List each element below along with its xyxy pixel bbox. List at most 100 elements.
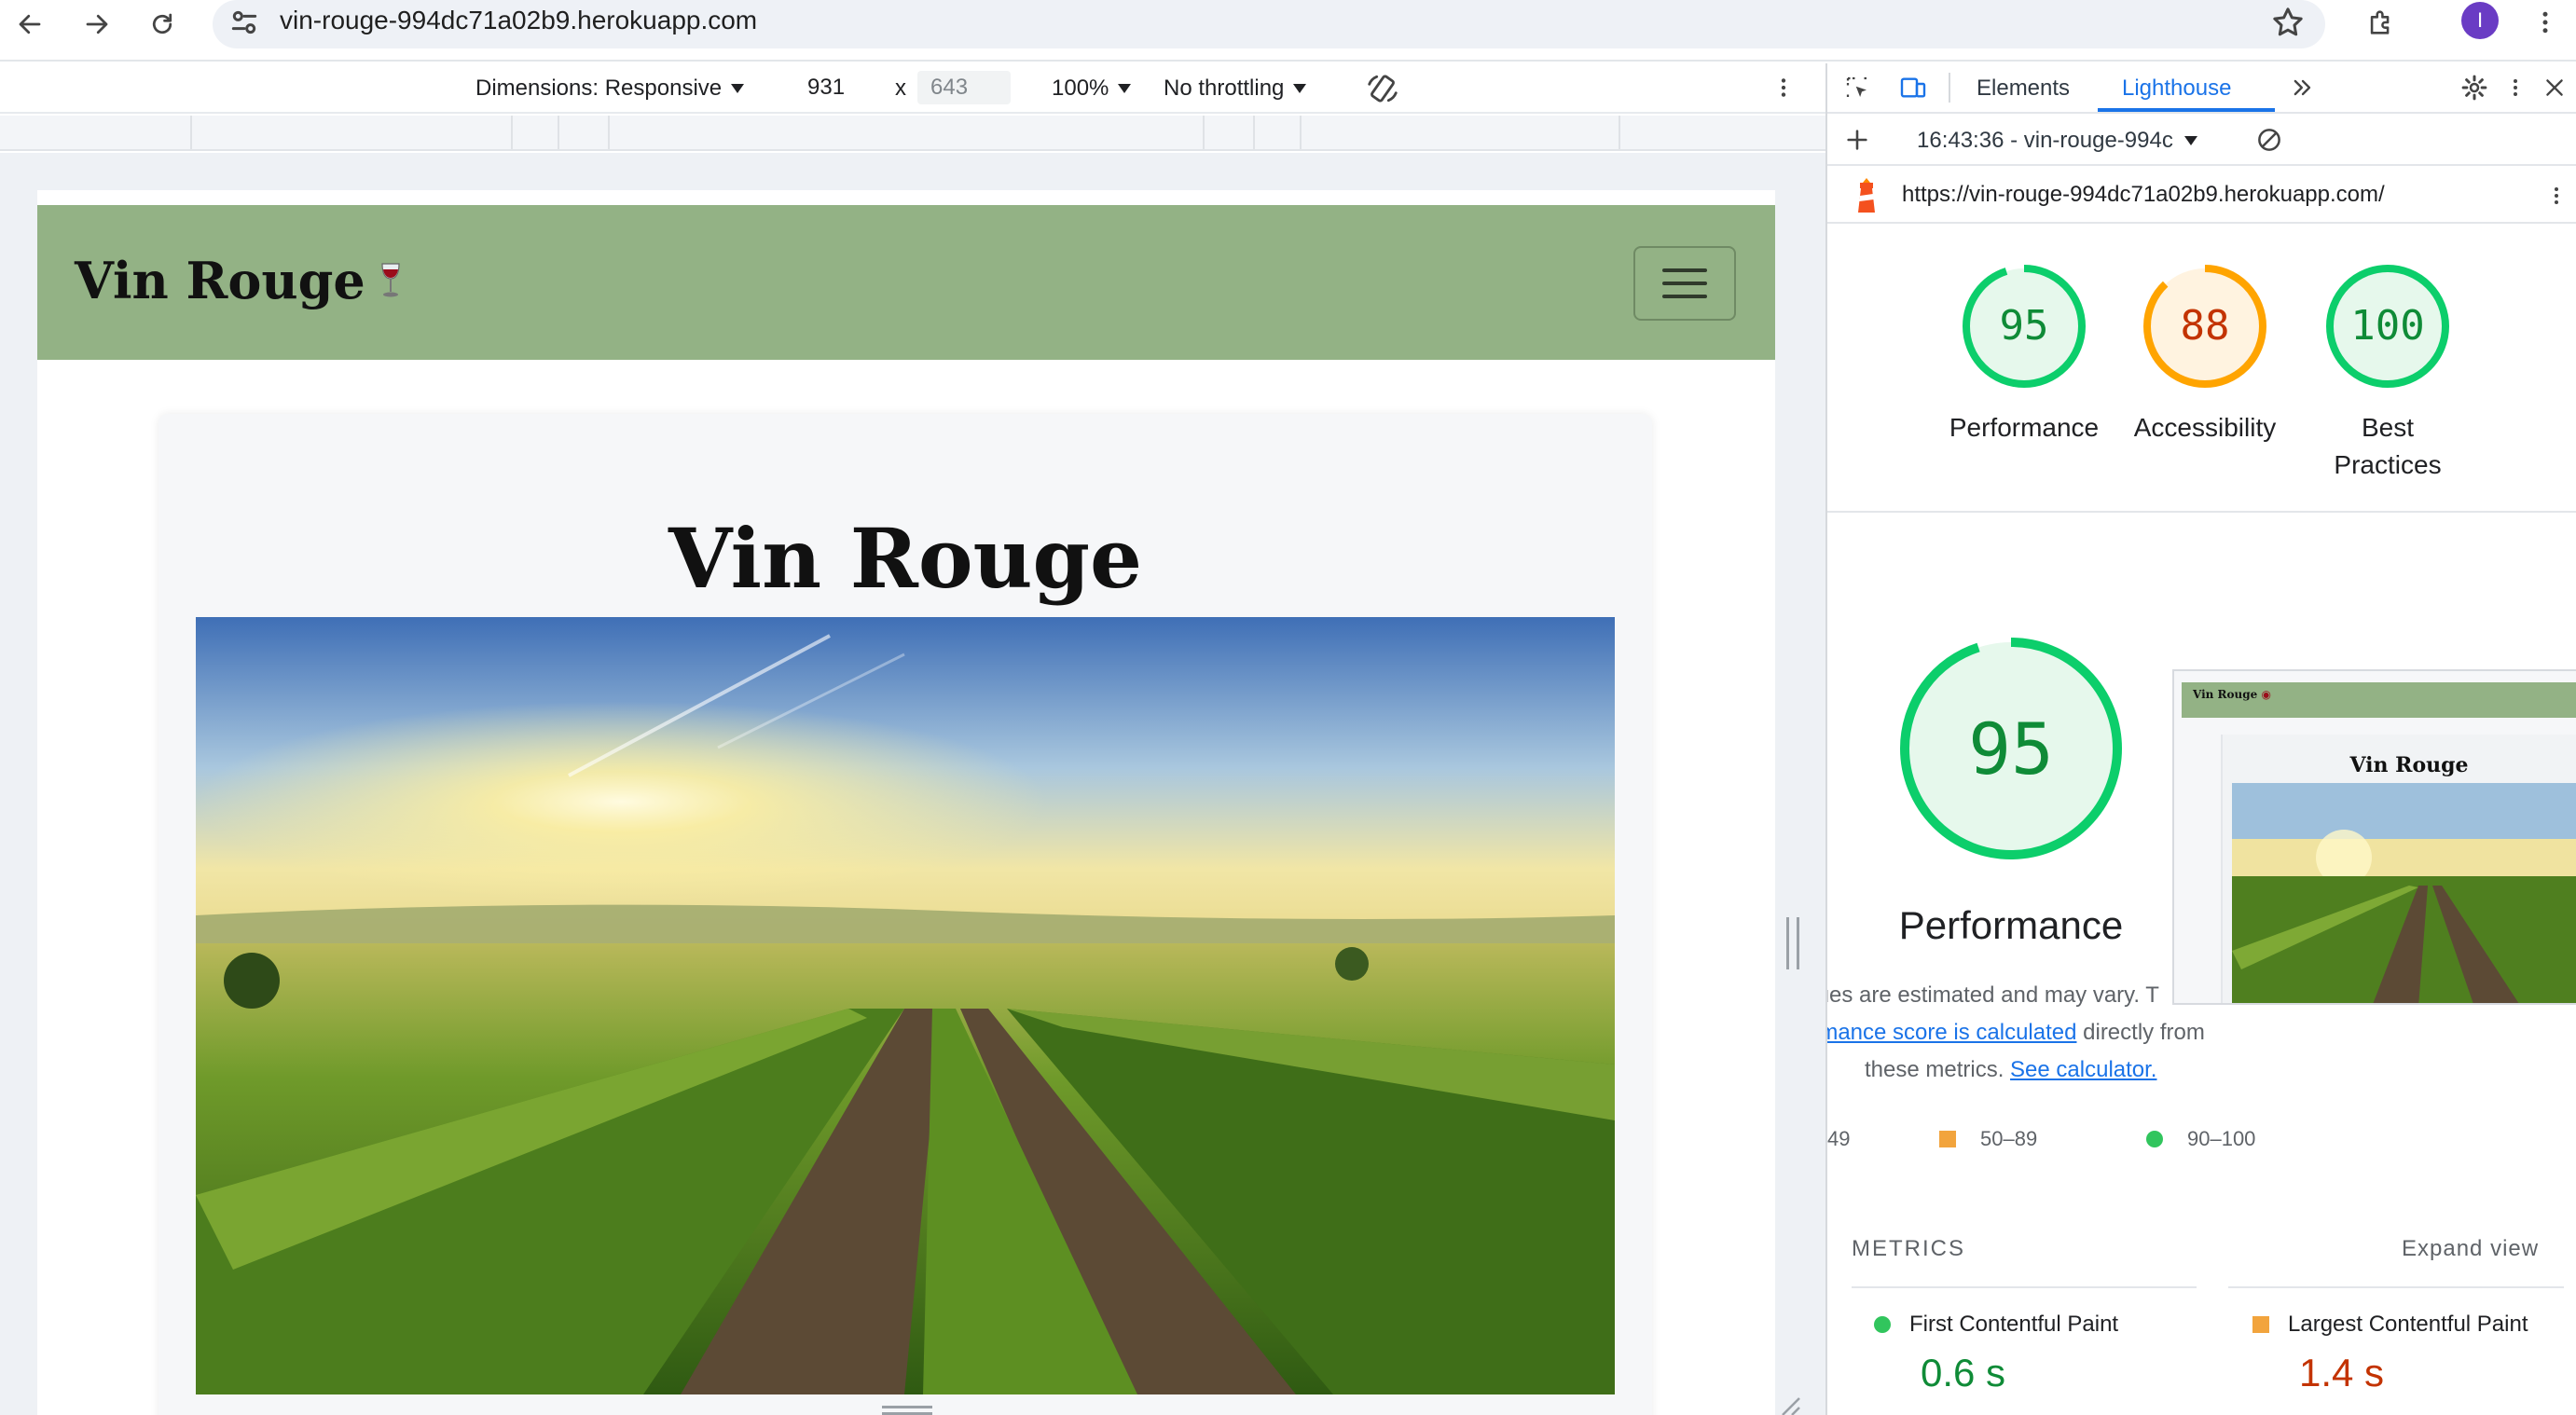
kebab-menu-icon — [2514, 79, 2517, 96]
performance-detail-gauge: 95 Performance — [1894, 632, 2128, 947]
thumb-wine-icon: ◉ — [2261, 688, 2271, 701]
close-devtools-button[interactable] — [2538, 71, 2571, 104]
hamburger-line — [1662, 282, 1707, 285]
thumb-brand-text: Vin Rouge — [2193, 688, 2258, 701]
close-icon — [2546, 79, 2563, 96]
dimensions-label: Dimensions: Responsive — [475, 76, 723, 101]
wine-glass-icon — [381, 263, 400, 297]
resize-corner-icon[interactable] — [1777, 1393, 1801, 1415]
clear-reports-button[interactable] — [2252, 123, 2286, 157]
caret-down-icon — [1118, 84, 1132, 93]
throttling-select[interactable]: No throttling — [1164, 75, 1307, 103]
score-calculated-link[interactable]: ormance score is calculated — [1827, 1020, 2076, 1045]
legend-average-range: 50–89 — [1980, 1127, 2038, 1150]
browser-toolbar: vin-rouge-994dc71a02b9.herokuapp.com I — [0, 0, 2576, 62]
gauge-accessibility[interactable]: 88 Accessibility — [2116, 261, 2294, 446]
kebab-menu-icon — [2542, 11, 2548, 34]
metric-name: First Contentful Paint — [1909, 1312, 2119, 1337]
browser-menu-button[interactable] — [2525, 2, 2566, 43]
back-button[interactable] — [9, 4, 50, 45]
address-bar[interactable]: vin-rouge-994dc71a02b9.herokuapp.com — [213, 0, 2325, 48]
thumb-vineyard-image — [2232, 783, 2576, 1003]
resize-handle-bottom[interactable] — [882, 1406, 932, 1415]
more-tabs-button[interactable] — [2286, 71, 2320, 104]
hamburger-line — [1662, 295, 1707, 298]
active-tab-indicator — [2098, 108, 2275, 112]
accessibility-score-ring: 88 — [2143, 265, 2266, 388]
block-icon — [2258, 129, 2280, 151]
legend-pass: 90–100 — [2146, 1120, 2255, 1158]
rotate-icon — [1368, 75, 1398, 103]
navbar-toggler-button[interactable] — [1633, 246, 1736, 321]
media-query-ruler[interactable] — [0, 116, 1825, 151]
puzzle-icon — [2370, 10, 2390, 34]
orange-square-icon — [1939, 1131, 1956, 1147]
metric-largest-contentful-paint: Largest Contentful Paint 1.4 s — [2252, 1311, 2528, 1396]
device-toolbar: Dimensions: Responsive 931 x 643 100% No… — [0, 63, 1825, 114]
new-report-button[interactable] — [1840, 123, 1874, 157]
arrow-right-icon — [86, 14, 108, 34]
width-input[interactable]: 931 — [794, 71, 888, 104]
site-page: Vin Rouge Vin Rouge — [37, 190, 1775, 1415]
green-circle-icon — [1874, 1316, 1891, 1333]
performance-big-ring: 95 — [1900, 638, 2122, 859]
performance-big-score: 95 — [1968, 708, 2054, 790]
profile-avatar[interactable]: I — [2461, 2, 2499, 39]
green-circle-icon — [2146, 1131, 2163, 1147]
zoom-label: 100% — [1052, 76, 1109, 101]
device-toggle-button[interactable] — [1896, 71, 1930, 104]
url-text[interactable]: vin-rouge-994dc71a02b9.herokuapp.com — [280, 4, 757, 37]
site-info-icon[interactable] — [226, 4, 263, 46]
throttling-label: No throttling — [1164, 76, 1285, 101]
gauge-best-practices[interactable]: 100 Best Practices — [2299, 261, 2476, 484]
kebab-menu-icon[interactable] — [2545, 181, 2568, 211]
report-url[interactable]: https://vin-rouge-994dc71a02b9.herokuapp… — [1902, 181, 2385, 209]
rotate-button[interactable] — [1365, 71, 1400, 106]
zoom-select[interactable]: 100% — [1052, 75, 1132, 103]
times-separator: x — [895, 76, 906, 101]
orange-square-icon — [2252, 1316, 2269, 1333]
devtools-menu-button[interactable] — [2499, 71, 2532, 104]
gauge-performance[interactable]: 95 Performance — [1935, 261, 2113, 446]
best-practices-score-ring: 100 — [2326, 265, 2449, 388]
ruler-tick — [608, 116, 610, 149]
bookmark-star-icon[interactable] — [2269, 4, 2307, 46]
legend-average: 50–89 — [1939, 1120, 2037, 1158]
plus-icon — [1847, 130, 1867, 150]
hero-card: Vin Rouge — [158, 414, 1652, 1415]
extensions-button[interactable] — [2361, 2, 2402, 43]
see-calculator-link[interactable]: See calculator. — [2010, 1057, 2156, 1082]
expand-view-toggle[interactable]: Expand view — [2402, 1234, 2539, 1264]
forward-button[interactable] — [76, 4, 117, 45]
ruler-tick — [190, 116, 192, 149]
report-select[interactable]: 16:43:36 - vin-rouge-994c — [1917, 127, 2197, 155]
inspect-element-button[interactable] — [1840, 71, 1874, 104]
metric-name: Largest Contentful Paint — [2288, 1312, 2528, 1337]
settings-button[interactable] — [2458, 71, 2491, 104]
metrics-heading: METRICS — [1852, 1236, 1965, 1261]
tab-lighthouse[interactable]: Lighthouse — [2122, 75, 2231, 103]
score-legend: 49 50–89 90–100 — [1827, 1120, 2576, 1158]
reload-button[interactable] — [142, 4, 183, 45]
device-toolbar-menu[interactable] — [1771, 73, 1796, 103]
lighthouse-toolbar: 16:43:36 - vin-rouge-994c — [1827, 116, 2576, 166]
height-input[interactable]: 643 — [917, 71, 1011, 104]
vineyard-image — [196, 617, 1615, 1394]
toolbar-divider — [1949, 73, 1950, 103]
tab-elements[interactable]: Elements — [1977, 75, 2070, 103]
site-brand[interactable]: Vin Rouge — [75, 250, 403, 311]
note-line-3: these metrics. See calculator. — [1827, 1051, 2266, 1089]
metric-value: 1.4 s — [2299, 1351, 2385, 1394]
inspect-cursor-icon — [1846, 76, 1867, 97]
final-screenshot-thumbnail[interactable]: Vin Rouge ◉ Vin Rouge — [2172, 669, 2576, 1005]
note-line-2-rest: directly from — [2076, 1020, 2205, 1045]
metric-value: 0.6 s — [1921, 1351, 2006, 1394]
resize-handle-right[interactable] — [1786, 917, 1799, 969]
gear-icon — [2461, 75, 2487, 101]
thumb-card: Vin Rouge — [2221, 735, 2576, 1003]
dimensions-select[interactable]: Dimensions: Responsive — [475, 75, 745, 103]
chevron-double-right-icon — [2294, 79, 2311, 96]
caret-down-icon — [731, 84, 745, 93]
best-practices-score: 100 — [2350, 302, 2424, 350]
performance-score: 95 — [2000, 302, 2049, 350]
